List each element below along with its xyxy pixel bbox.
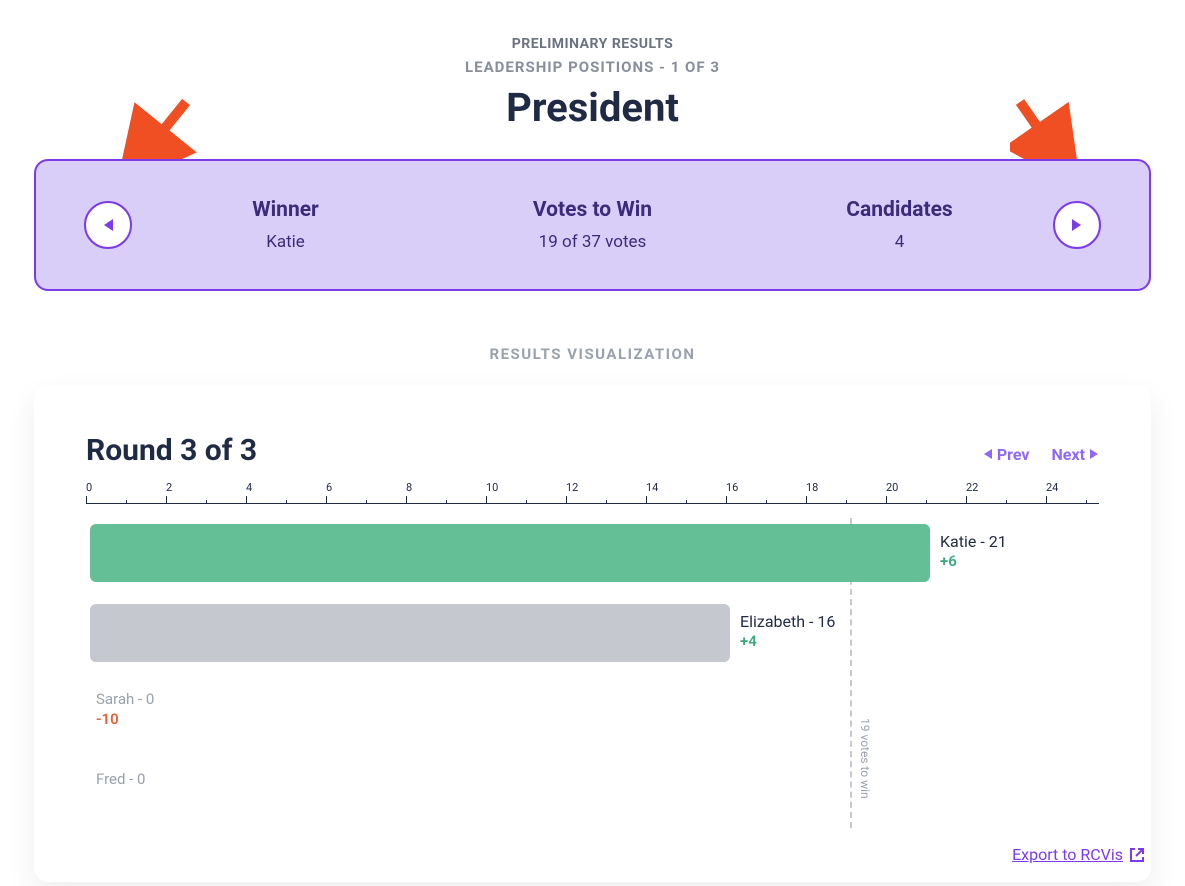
axis-tick — [366, 500, 367, 504]
bar-label: Elizabeth - 16 — [740, 612, 835, 631]
chart-x-axis: 024681012141618202224 — [86, 482, 1099, 504]
axis-tick-label: 2 — [166, 481, 172, 494]
axis-tick-label: 10 — [486, 481, 498, 494]
axis-tick — [846, 500, 847, 504]
axis-tick — [926, 500, 927, 504]
axis-tick — [166, 496, 167, 504]
axis-tick — [606, 500, 607, 504]
summary-card: Winner Katie Votes to Win 19 of 37 votes… — [34, 159, 1151, 291]
axis-tick-label: 4 — [246, 481, 252, 494]
round-prev-label: Prev — [997, 445, 1030, 464]
axis-tick — [246, 496, 247, 504]
summary-candidates: Candidates 4 — [746, 198, 1053, 252]
preliminary-results-label: PRELIMINARY RESULTS — [34, 0, 1151, 52]
axis-tick-label: 12 — [566, 481, 578, 494]
axis-tick — [886, 496, 887, 504]
axis-tick — [326, 496, 327, 504]
axis-tick — [406, 496, 407, 504]
bar-delta: -10 — [96, 710, 119, 728]
axis-tick-label: 6 — [326, 481, 332, 494]
summary-winner-value: Katie — [132, 232, 439, 252]
axis-tick — [526, 500, 527, 504]
axis-tick — [806, 496, 807, 504]
axis-tick — [286, 500, 287, 504]
axis-tick — [726, 496, 727, 504]
axis-tick-label: 20 — [886, 481, 898, 494]
axis-tick — [1086, 500, 1087, 504]
axis-tick — [86, 496, 87, 504]
axis-tick-label: 0 — [86, 481, 92, 494]
chart-bars-area: 19 votes to win Katie - 21+6Elizabeth - … — [86, 518, 1099, 838]
export-rcvis-link[interactable]: Export to RCVis — [1012, 845, 1145, 864]
axis-tick — [206, 500, 207, 504]
round-next-button[interactable]: Next — [1052, 445, 1099, 464]
axis-tick — [686, 500, 687, 504]
export-rcvis-label: Export to RCVis — [1012, 845, 1123, 864]
bar-rect — [90, 524, 930, 582]
summary-votes-to-win: Votes to Win 19 of 37 votes — [439, 198, 746, 252]
axis-tick — [646, 496, 647, 504]
summary-votes-heading: Votes to Win — [439, 198, 746, 222]
bar-row: Katie - 21+6 — [86, 518, 1099, 588]
results-visualization-card: Round 3 of 3 Prev Next 02468101214161820… — [34, 385, 1151, 882]
axis-tick — [126, 500, 127, 504]
summary-winner-heading: Winner — [132, 198, 439, 222]
bar-row: Elizabeth - 16+4 — [86, 598, 1099, 668]
axis-tick — [1006, 500, 1007, 504]
next-position-button[interactable] — [1053, 201, 1101, 249]
bar-delta: +6 — [940, 552, 957, 570]
summary-candidates-value: 4 — [746, 232, 1053, 252]
axis-tick-label: 14 — [646, 481, 658, 494]
triangle-left-icon — [983, 448, 993, 460]
page-title: President — [34, 84, 1151, 131]
bar-label: Fred - 0 — [96, 770, 145, 788]
axis-tick — [766, 500, 767, 504]
triangle-right-icon — [1089, 448, 1099, 460]
axis-tick — [486, 496, 487, 504]
axis-tick-label: 8 — [406, 481, 412, 494]
bar-rect — [90, 604, 730, 662]
summary-candidates-heading: Candidates — [746, 198, 1053, 222]
axis-tick-label: 24 — [1046, 481, 1058, 494]
results-visualization-label: RESULTS VISUALIZATION — [34, 345, 1151, 363]
bar-label: Katie - 21 — [940, 532, 1007, 551]
axis-tick — [966, 496, 967, 504]
round-title: Round 3 of 3 — [86, 433, 257, 468]
prev-position-button[interactable] — [84, 201, 132, 249]
axis-tick-label: 22 — [966, 481, 978, 494]
axis-tick — [446, 500, 447, 504]
external-link-icon — [1129, 847, 1145, 863]
bar-row: Sarah - 0 -10 — [86, 678, 1099, 748]
triangle-right-icon — [1071, 218, 1083, 232]
axis-tick-label: 18 — [806, 481, 818, 494]
axis-tick — [1046, 496, 1047, 504]
summary-votes-value: 19 of 37 votes — [439, 232, 746, 252]
axis-tick — [566, 496, 567, 504]
summary-winner: Winner Katie — [132, 198, 439, 252]
axis-tick-label: 16 — [726, 481, 738, 494]
bar-delta: +4 — [740, 632, 757, 650]
round-prev-button[interactable]: Prev — [983, 445, 1030, 464]
round-next-label: Next — [1052, 445, 1085, 464]
bar-row: Fred - 0 — [86, 758, 1099, 828]
bar-label: Sarah - 0 — [96, 690, 154, 708]
triangle-left-icon — [102, 218, 114, 232]
position-subtitle: LEADERSHIP POSITIONS - 1 OF 3 — [34, 58, 1151, 76]
